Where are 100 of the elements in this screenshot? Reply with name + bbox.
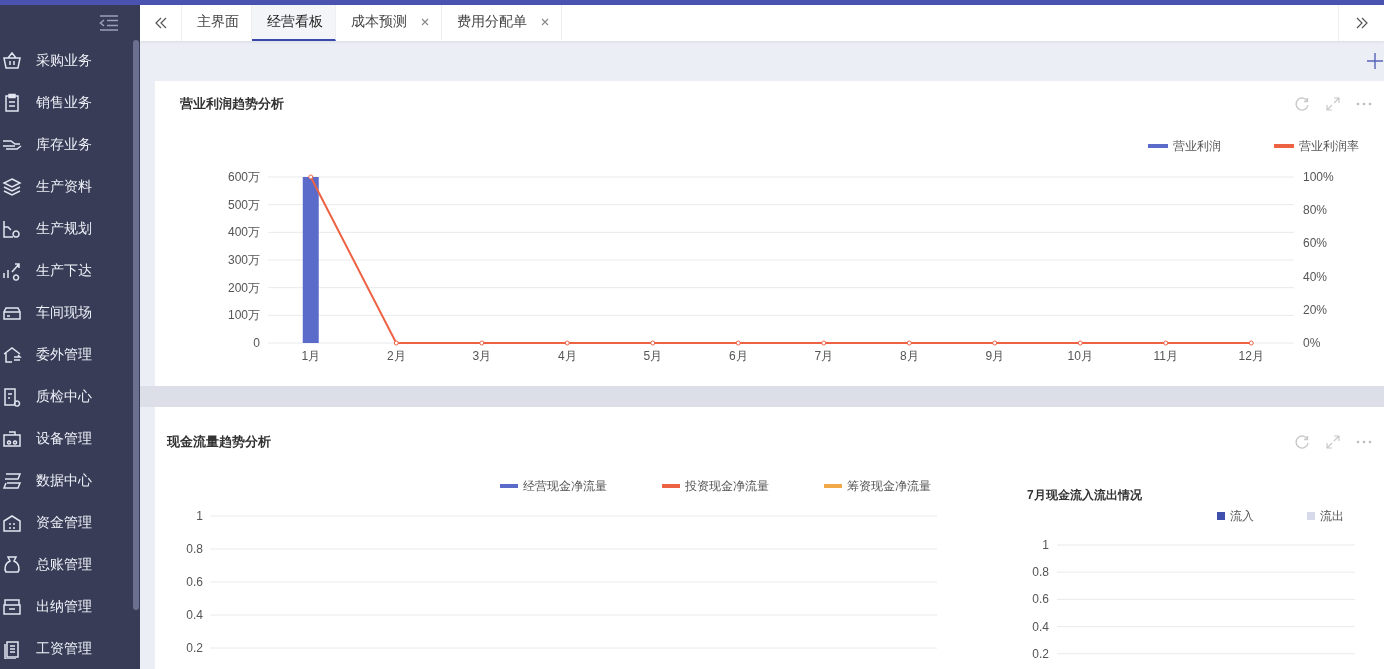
scroll-right-button[interactable] — [1338, 5, 1384, 41]
tab-label: 费用分配单 — [457, 13, 527, 31]
tab[interactable]: 经营看板 — [252, 5, 336, 41]
expand-icon[interactable] — [1326, 434, 1340, 449]
axis-tick-label: 400万 — [227, 225, 260, 240]
legend-label: 营业利润 — [1173, 139, 1221, 153]
axis-tick-label: 5月 — [643, 349, 663, 363]
sidebar-item[interactable]: 生产规划 — [0, 208, 133, 250]
menu-collapse-icon[interactable] — [99, 14, 119, 31]
legend-label: 营业利润率 — [1299, 139, 1359, 153]
card-title: 营业利润趋势分析 — [180, 95, 284, 113]
double-chevron-left-icon — [154, 17, 167, 29]
sidebar-item[interactable]: 质检中心 — [0, 376, 133, 418]
sidebar-item[interactable]: 委外管理 — [0, 334, 133, 376]
axis-tick-label: 6月 — [728, 349, 748, 363]
sidebar-item[interactable]: 生产资料 — [0, 166, 133, 208]
tab[interactable]: 费用分配单 — [442, 5, 562, 41]
layers-icon — [2, 177, 22, 197]
double-chevron-right-icon — [1355, 17, 1368, 29]
axis-tick-label: 0.6 — [186, 575, 203, 589]
axis-tick-label: 20% — [1303, 302, 1328, 317]
legend-label: 投资现金净流量 — [685, 479, 769, 493]
axis-tick-label: 0.2 — [1032, 646, 1049, 661]
sidebar-item[interactable]: 设备管理 — [0, 418, 133, 460]
sidebar-label: 工资管理 — [36, 640, 92, 658]
legend-label: 经营现金净流量 — [523, 479, 607, 493]
legend-label: 筹资现金净流量 — [847, 479, 931, 493]
sidebar-label: 资金管理 — [36, 514, 92, 532]
expand-icon[interactable] — [1326, 97, 1340, 111]
more-icon[interactable] — [1356, 102, 1372, 106]
sidebar-item[interactable]: 车间现场 — [0, 292, 133, 334]
axis-tick-label: 0 — [253, 336, 260, 350]
axis-tick-label: 100% — [1303, 170, 1334, 184]
axis-tick-label: 2月 — [386, 349, 406, 363]
axis-tick-label: 300万 — [227, 253, 260, 267]
sidebar-item[interactable]: 采购业务 — [0, 40, 133, 82]
axis-tick-label: 60% — [1303, 236, 1328, 251]
tab-label: 主界面 — [197, 13, 239, 31]
scrollbar-thumb[interactable] — [133, 40, 139, 610]
house-icon — [2, 345, 22, 365]
close-icon[interactable] — [541, 18, 549, 26]
sidebar-item[interactable]: 销售业务 — [0, 82, 133, 124]
sidebar-item[interactable]: 总账管理 — [0, 544, 133, 586]
sidebar-label: 采购业务 — [36, 52, 92, 70]
tab-label: 成本预测 — [351, 13, 407, 31]
sidebar-label: 数据中心 — [36, 472, 92, 490]
axis-tick-label: 40% — [1303, 269, 1328, 284]
axis-tick-label: 0% — [1303, 336, 1321, 350]
axis-tick-label: 1月 — [301, 349, 321, 363]
refresh-icon[interactable] — [1294, 433, 1310, 450]
close-icon[interactable] — [421, 18, 429, 26]
axis-tick-label: 600万 — [227, 170, 260, 184]
axis-tick-label: 0.4 — [1032, 619, 1049, 634]
axis-tick-label: 8月 — [899, 349, 919, 363]
sidebar-label: 库存业务 — [36, 136, 92, 154]
sidebar-label: 生产规划 — [36, 220, 92, 238]
axis-tick-label: 100万 — [227, 308, 260, 323]
axis-tick-label: 10月 — [1067, 349, 1093, 363]
sidebar-label: 销售业务 — [36, 94, 92, 112]
sidebar-item[interactable]: 工资管理 — [0, 628, 133, 669]
axis-tick-label: 0.8 — [186, 542, 203, 556]
sidebar-item[interactable]: 出纳管理 — [0, 586, 133, 628]
sidebar-label: 总账管理 — [36, 556, 92, 574]
axis-tick-label: 0.8 — [1032, 565, 1049, 580]
legend-label: 流入 — [1230, 509, 1254, 523]
sidebar-label: 生产下达 — [36, 262, 92, 280]
sidebar-item[interactable]: 数据中心 — [0, 460, 133, 502]
sidebar-item[interactable]: 库存业务 — [0, 124, 133, 166]
building-icon — [2, 513, 22, 533]
tab[interactable]: 成本预测 — [336, 5, 442, 41]
tab-label: 经营看板 — [267, 13, 323, 31]
axis-tick-label: 9月 — [985, 349, 1005, 363]
axis-tick-label: 0.6 — [1032, 592, 1049, 607]
axis-tick-label: 80% — [1303, 203, 1328, 218]
sidebar-label: 出纳管理 — [36, 598, 92, 616]
axis-tick-label: 4月 — [557, 349, 577, 363]
axis-tick-label: 7月 — [814, 349, 834, 363]
sidebar-label: 车间现场 — [36, 304, 92, 322]
refresh-icon[interactable] — [1294, 96, 1310, 112]
axis-tick-label: 3月 — [472, 349, 492, 363]
sidebar-label: 质检中心 — [36, 388, 92, 406]
axis-tick-label: 11月 — [1153, 349, 1178, 363]
axis-tick-label: 12月 — [1238, 349, 1264, 363]
sidebar-item[interactable]: 资金管理 — [0, 502, 133, 544]
more-icon[interactable] — [1356, 439, 1372, 444]
axis-tick-label: 500万 — [227, 197, 260, 212]
basket-icon — [2, 51, 22, 71]
chart-icon — [2, 261, 22, 281]
bag-icon — [2, 555, 22, 575]
add-icon[interactable] — [1367, 53, 1383, 69]
chart-title: 7月现金流入流出情况 — [1027, 488, 1142, 502]
toolbox-icon — [2, 429, 22, 449]
sidebar-label: 委外管理 — [36, 346, 92, 364]
card-title: 现金流量趋势分析 — [167, 432, 271, 451]
drawer-icon — [2, 597, 22, 617]
axis-tick-label: 1 — [196, 509, 203, 523]
axis-tick-label: 200万 — [227, 280, 260, 295]
sidebar-item[interactable]: 生产下达 — [0, 250, 133, 292]
scroll-left-button[interactable] — [140, 5, 182, 41]
sidebar-label: 设备管理 — [36, 430, 92, 448]
